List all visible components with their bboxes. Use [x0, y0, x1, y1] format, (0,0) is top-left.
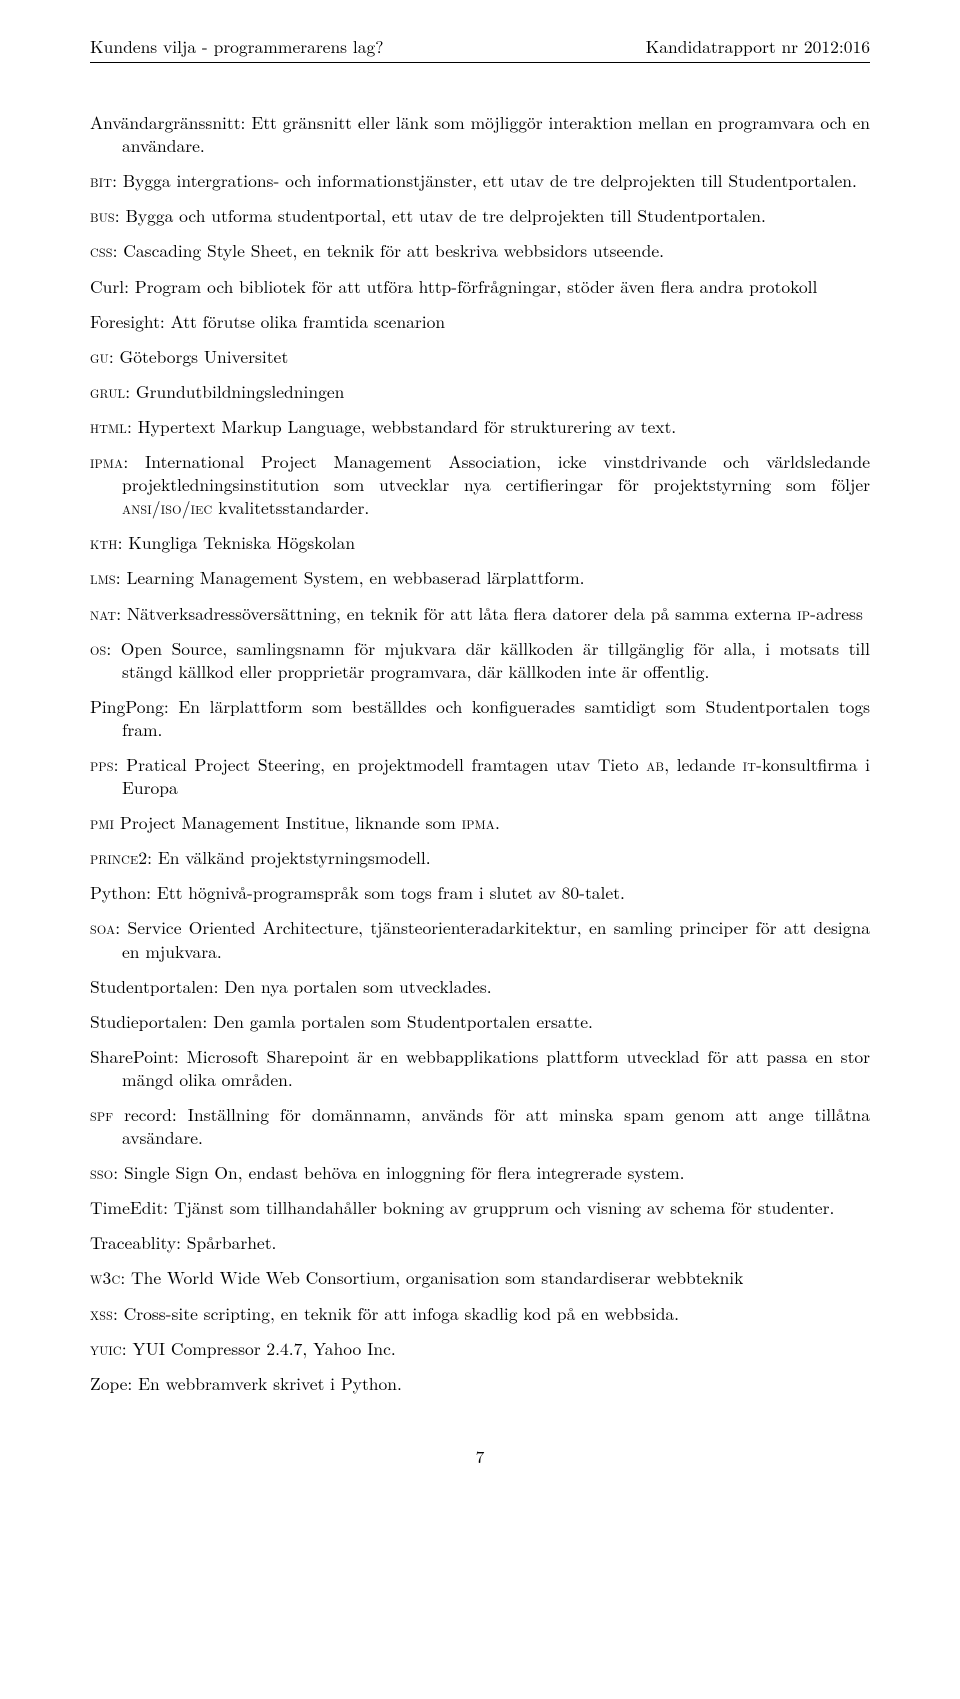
term-desc: 2: En välkänd projektstyrningsmodell. [138, 845, 430, 870]
term-desc: : International Project Management Assoc… [122, 449, 870, 497]
term-desc: , ledande [664, 752, 743, 777]
page-number: 7 [90, 1445, 870, 1468]
glossary-item: Python: Ett högnivå-programspråk som tog… [90, 881, 870, 904]
term-sc: w3c [90, 1265, 120, 1290]
term-sc: nat [90, 601, 116, 626]
glossary-list: Användargränssnitt: Ett gränsnitt eller … [90, 111, 870, 1395]
term-desc: kvalitetsstandarder. [212, 495, 369, 520]
glossary-item: soa: Service Oriented Architecture, tjän… [90, 916, 870, 962]
glossary-item: PingPong: En lärplattform som beställdes… [90, 695, 870, 741]
term-sc: grul [90, 379, 125, 404]
glossary-item: spf record: Inställning för domännamn, a… [90, 1103, 870, 1149]
glossary-item: Zope: En webbramverk skrivet i Python. [90, 1372, 870, 1395]
term-sc: kth [90, 530, 118, 555]
term-desc: : Open Source, samlingsnamn för mjukvara… [106, 636, 870, 684]
glossary-item: gu: Göteborgs Universitet [90, 345, 870, 368]
term-desc: . [495, 810, 500, 835]
term-desc: : Göteborgs Universitet [109, 344, 288, 369]
glossary-item: grul: Grundutbildningsledningen [90, 380, 870, 403]
term-sc: bit [90, 168, 112, 193]
term-sc: pps [90, 752, 114, 777]
inline-sc: ab [646, 752, 664, 777]
inline-sc: ansi/iso/iec [122, 495, 212, 520]
term-sc: prince [90, 845, 138, 870]
term-desc: : Single Sign On, endast behöva en inlog… [113, 1160, 684, 1185]
term-desc: : Hypertext Markup Language, webbstandar… [127, 414, 676, 439]
term-sc: lms [90, 565, 116, 590]
term-sc: css [90, 238, 113, 263]
inline-sc: it [743, 752, 756, 777]
term-desc: Project Management Institue, liknande so… [114, 810, 462, 835]
term-desc: : Learning Management System, en webbase… [116, 565, 585, 590]
glossary-item: Curl: Program och bibliotek för att utfö… [90, 275, 870, 298]
inline-sc: ipma [462, 810, 495, 835]
glossary-item: Användargränssnitt: Ett gränsnitt eller … [90, 111, 870, 157]
term-desc: : Cross-site scripting, en teknik för at… [113, 1301, 679, 1326]
term-sc: gu [90, 344, 109, 369]
header-left: Kundens vilja - programmerarens lag? [90, 35, 384, 58]
glossary-item: ipma: International Project Management A… [90, 450, 870, 519]
glossary-item: sso: Single Sign On, endast behöva en in… [90, 1161, 870, 1184]
term-sc: spf [90, 1102, 113, 1127]
glossary-item: yuic: YUI Compressor 2.4.7, Yahoo Inc. [90, 1337, 870, 1360]
inline-sc: ip [797, 601, 810, 626]
glossary-item: w3c: The World Wide Web Consortium, orga… [90, 1266, 870, 1289]
term-desc: : Grundutbildningsledningen [125, 379, 344, 404]
term-sc: soa [90, 915, 115, 940]
term-desc: : The World Wide Web Consortium, organis… [120, 1265, 743, 1290]
term-desc: : Cascading Style Sheet, en teknik för a… [113, 238, 664, 263]
term-sc: html [90, 414, 127, 439]
page-header: Kundens vilja - programmerarens lag? Kan… [90, 35, 870, 63]
glossary-item: Studieportalen: Den gamla portalen som S… [90, 1010, 870, 1033]
term-sc: xss [90, 1301, 113, 1326]
glossary-item: pps: Pratical Project Steering, en proje… [90, 753, 870, 799]
glossary-item: os: Open Source, samlingsnamn för mjukva… [90, 637, 870, 683]
term-sc: ipma [90, 449, 123, 474]
term-desc: : YUI Compressor 2.4.7, Yahoo Inc. [122, 1336, 396, 1361]
term-sc: sso [90, 1160, 113, 1185]
glossary-item: bit: Bygga intergrations- och informatio… [90, 169, 870, 192]
term-desc: : Service Oriented Architecture, tjänste… [115, 915, 870, 963]
glossary-item: TimeEdit: Tjänst som tillhandahåller bok… [90, 1196, 870, 1219]
glossary-item: Studentportalen: Den nya portalen som ut… [90, 975, 870, 998]
glossary-item: lms: Learning Management System, en webb… [90, 566, 870, 589]
term-sc: os [90, 636, 106, 661]
glossary-item: nat: Nätverksadressöversättning, en tekn… [90, 602, 870, 625]
glossary-item: pmi Project Management Institue, liknand… [90, 811, 870, 834]
glossary-item: css: Cascading Style Sheet, en teknik fö… [90, 239, 870, 262]
page: Kundens vilja - programmerarens lag? Kan… [0, 0, 960, 1699]
glossary-item: html: Hypertext Markup Language, webbsta… [90, 415, 870, 438]
term-desc: -adress [810, 601, 863, 626]
term-desc: : Nätverksadressöversättning, en teknik … [116, 601, 797, 626]
glossary-item: Foresight: Att förutse olika framtida sc… [90, 310, 870, 333]
glossary-item: xss: Cross-site scripting, en teknik för… [90, 1302, 870, 1325]
glossary-item: SharePoint: Microsoft Sharepoint är en w… [90, 1045, 870, 1091]
term-desc: : Bygga intergrations- och informationst… [112, 168, 857, 193]
term-desc: record: Inställning för domännamn, använ… [113, 1102, 870, 1150]
term-sc: bus [90, 203, 115, 228]
glossary-item: Traceablity: Spårbarhet. [90, 1231, 870, 1254]
header-right: Kandidatrapport nr 2012:016 [646, 35, 870, 58]
term-sc: pmi [90, 810, 114, 835]
term-desc: : Kungliga Tekniska Högskolan [118, 530, 355, 555]
term-desc: : Bygga och utforma studentportal, ett u… [115, 203, 766, 228]
glossary-item: kth: Kungliga Tekniska Högskolan [90, 531, 870, 554]
glossary-item: prince2: En välkänd projektstyrningsmode… [90, 846, 870, 869]
glossary-item: bus: Bygga och utforma studentportal, et… [90, 204, 870, 227]
term-sc: yuic [90, 1336, 122, 1361]
term-desc: : Pratical Project Steering, en projektm… [114, 752, 647, 777]
